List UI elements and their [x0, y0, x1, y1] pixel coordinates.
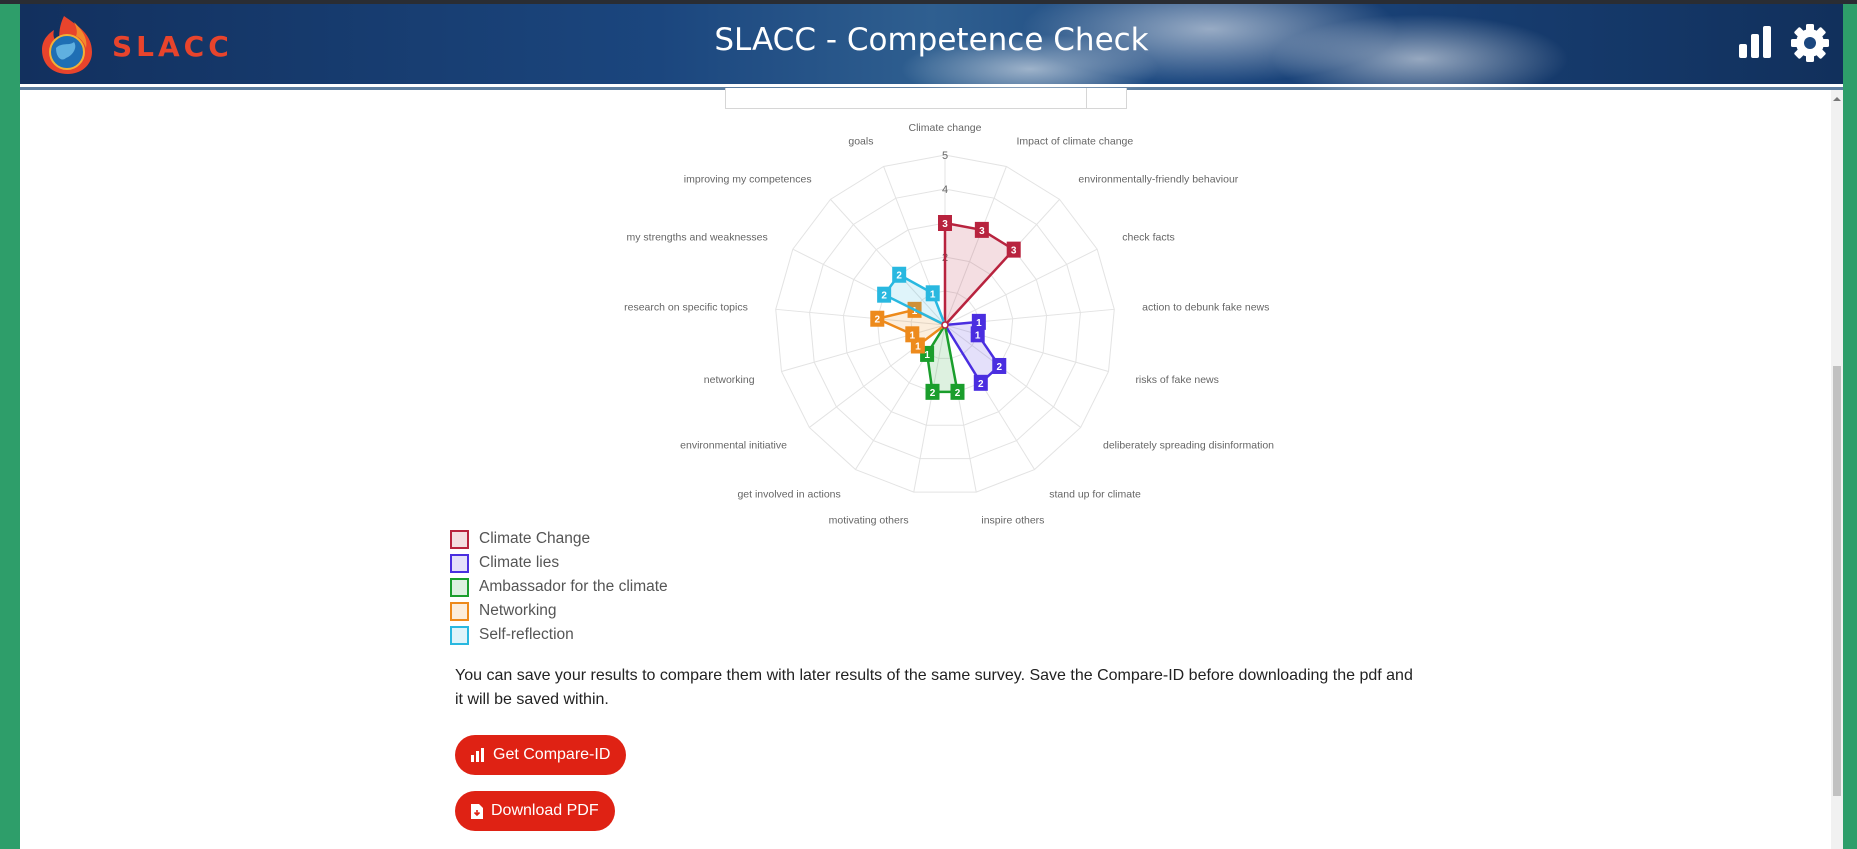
get-compare-id-label: Get Compare-ID — [493, 746, 611, 763]
data-label: 3 — [1011, 246, 1017, 257]
data-label: 3 — [979, 226, 985, 237]
download-pdf-label: Download PDF — [491, 802, 599, 819]
axis-label: check facts — [1122, 232, 1175, 244]
axis-label: motivating others — [829, 515, 909, 527]
axis-label: stand up for climate — [1049, 488, 1141, 500]
series-area — [945, 223, 1014, 325]
tick-label: 4 — [942, 184, 948, 196]
legend-item[interactable]: Ambassador for the climate — [450, 575, 668, 599]
legend-swatch — [450, 577, 469, 597]
axis-label: Climate change — [909, 122, 982, 134]
legend-swatch — [450, 529, 469, 549]
axis-label: research on specific topics — [624, 302, 748, 314]
data-label: 2 — [930, 388, 936, 399]
axis-label: inspire others — [981, 515, 1044, 527]
data-label: 1 — [910, 330, 916, 341]
info-text: You can save your results to compare the… — [455, 667, 1413, 708]
radar-chart: 2 4 5 Climate change Impact of climate chang… — [624, 122, 1274, 527]
axis-label: deliberately spreading disinformation — [1103, 439, 1274, 451]
axis-label: improving my competences — [684, 174, 812, 186]
chart-center — [941, 321, 949, 329]
legend-item[interactable]: Networking — [450, 599, 668, 623]
data-label: 3 — [942, 219, 948, 230]
data-label: 2 — [978, 379, 984, 390]
scrollbar[interactable] — [1831, 90, 1843, 849]
download-pdf-button[interactable]: Download PDF — [455, 791, 615, 831]
axis-label: networking — [704, 374, 755, 386]
axis-label: my strengths and weaknesses — [627, 232, 768, 244]
legend-swatch — [450, 553, 469, 573]
pdf-file-icon — [471, 803, 483, 819]
legend-item[interactable]: Climate Change — [450, 527, 668, 551]
data-label: 2 — [996, 362, 1002, 373]
legend-label: Climate lies — [479, 554, 560, 571]
axis-label: get involved in actions — [737, 488, 840, 500]
legend-swatch — [450, 625, 469, 645]
legend-label: Self-reflection — [479, 626, 574, 643]
axis-label: action to debunk fake news — [1142, 302, 1269, 314]
axis-label: risks of fake news — [1135, 374, 1218, 386]
legend-label: Climate Change — [479, 530, 591, 547]
data-label: 1 — [924, 350, 930, 361]
data-label: 2 — [896, 271, 902, 282]
scroll-up-arrow-icon[interactable] — [1831, 94, 1843, 104]
axis-label: environmentally-friendly behaviour — [1078, 174, 1238, 186]
data-label: 2 — [955, 388, 961, 399]
scrollbar-thumb[interactable] — [1833, 366, 1841, 796]
data-label: 2 — [881, 291, 887, 302]
tick-label: 5 — [942, 150, 948, 162]
app-container: SLACC SLACC - Competence Check 2 4 5 Cli… — [20, 4, 1843, 849]
axis-label: environmental initiative — [680, 439, 787, 451]
data-label: 1 — [915, 341, 921, 352]
legend-label: Ambassador for the climate — [479, 578, 668, 595]
legend-label: Networking — [479, 602, 557, 619]
data-label: 1 — [930, 289, 936, 300]
legend-swatch — [450, 601, 469, 621]
data-label: 1 — [975, 330, 981, 341]
get-compare-id-button[interactable]: Get Compare-ID — [455, 735, 627, 775]
bar-chart-icon — [471, 748, 485, 762]
axis-label: Impact of climate change — [1017, 135, 1134, 147]
axis-label: goals — [848, 135, 873, 147]
legend-item[interactable]: Climate lies — [450, 551, 668, 575]
chart-legend: Climate Change Climate lies Ambassador for… — [450, 527, 668, 647]
data-label: 2 — [875, 315, 881, 326]
legend-item[interactable]: Self-reflection — [450, 623, 668, 647]
